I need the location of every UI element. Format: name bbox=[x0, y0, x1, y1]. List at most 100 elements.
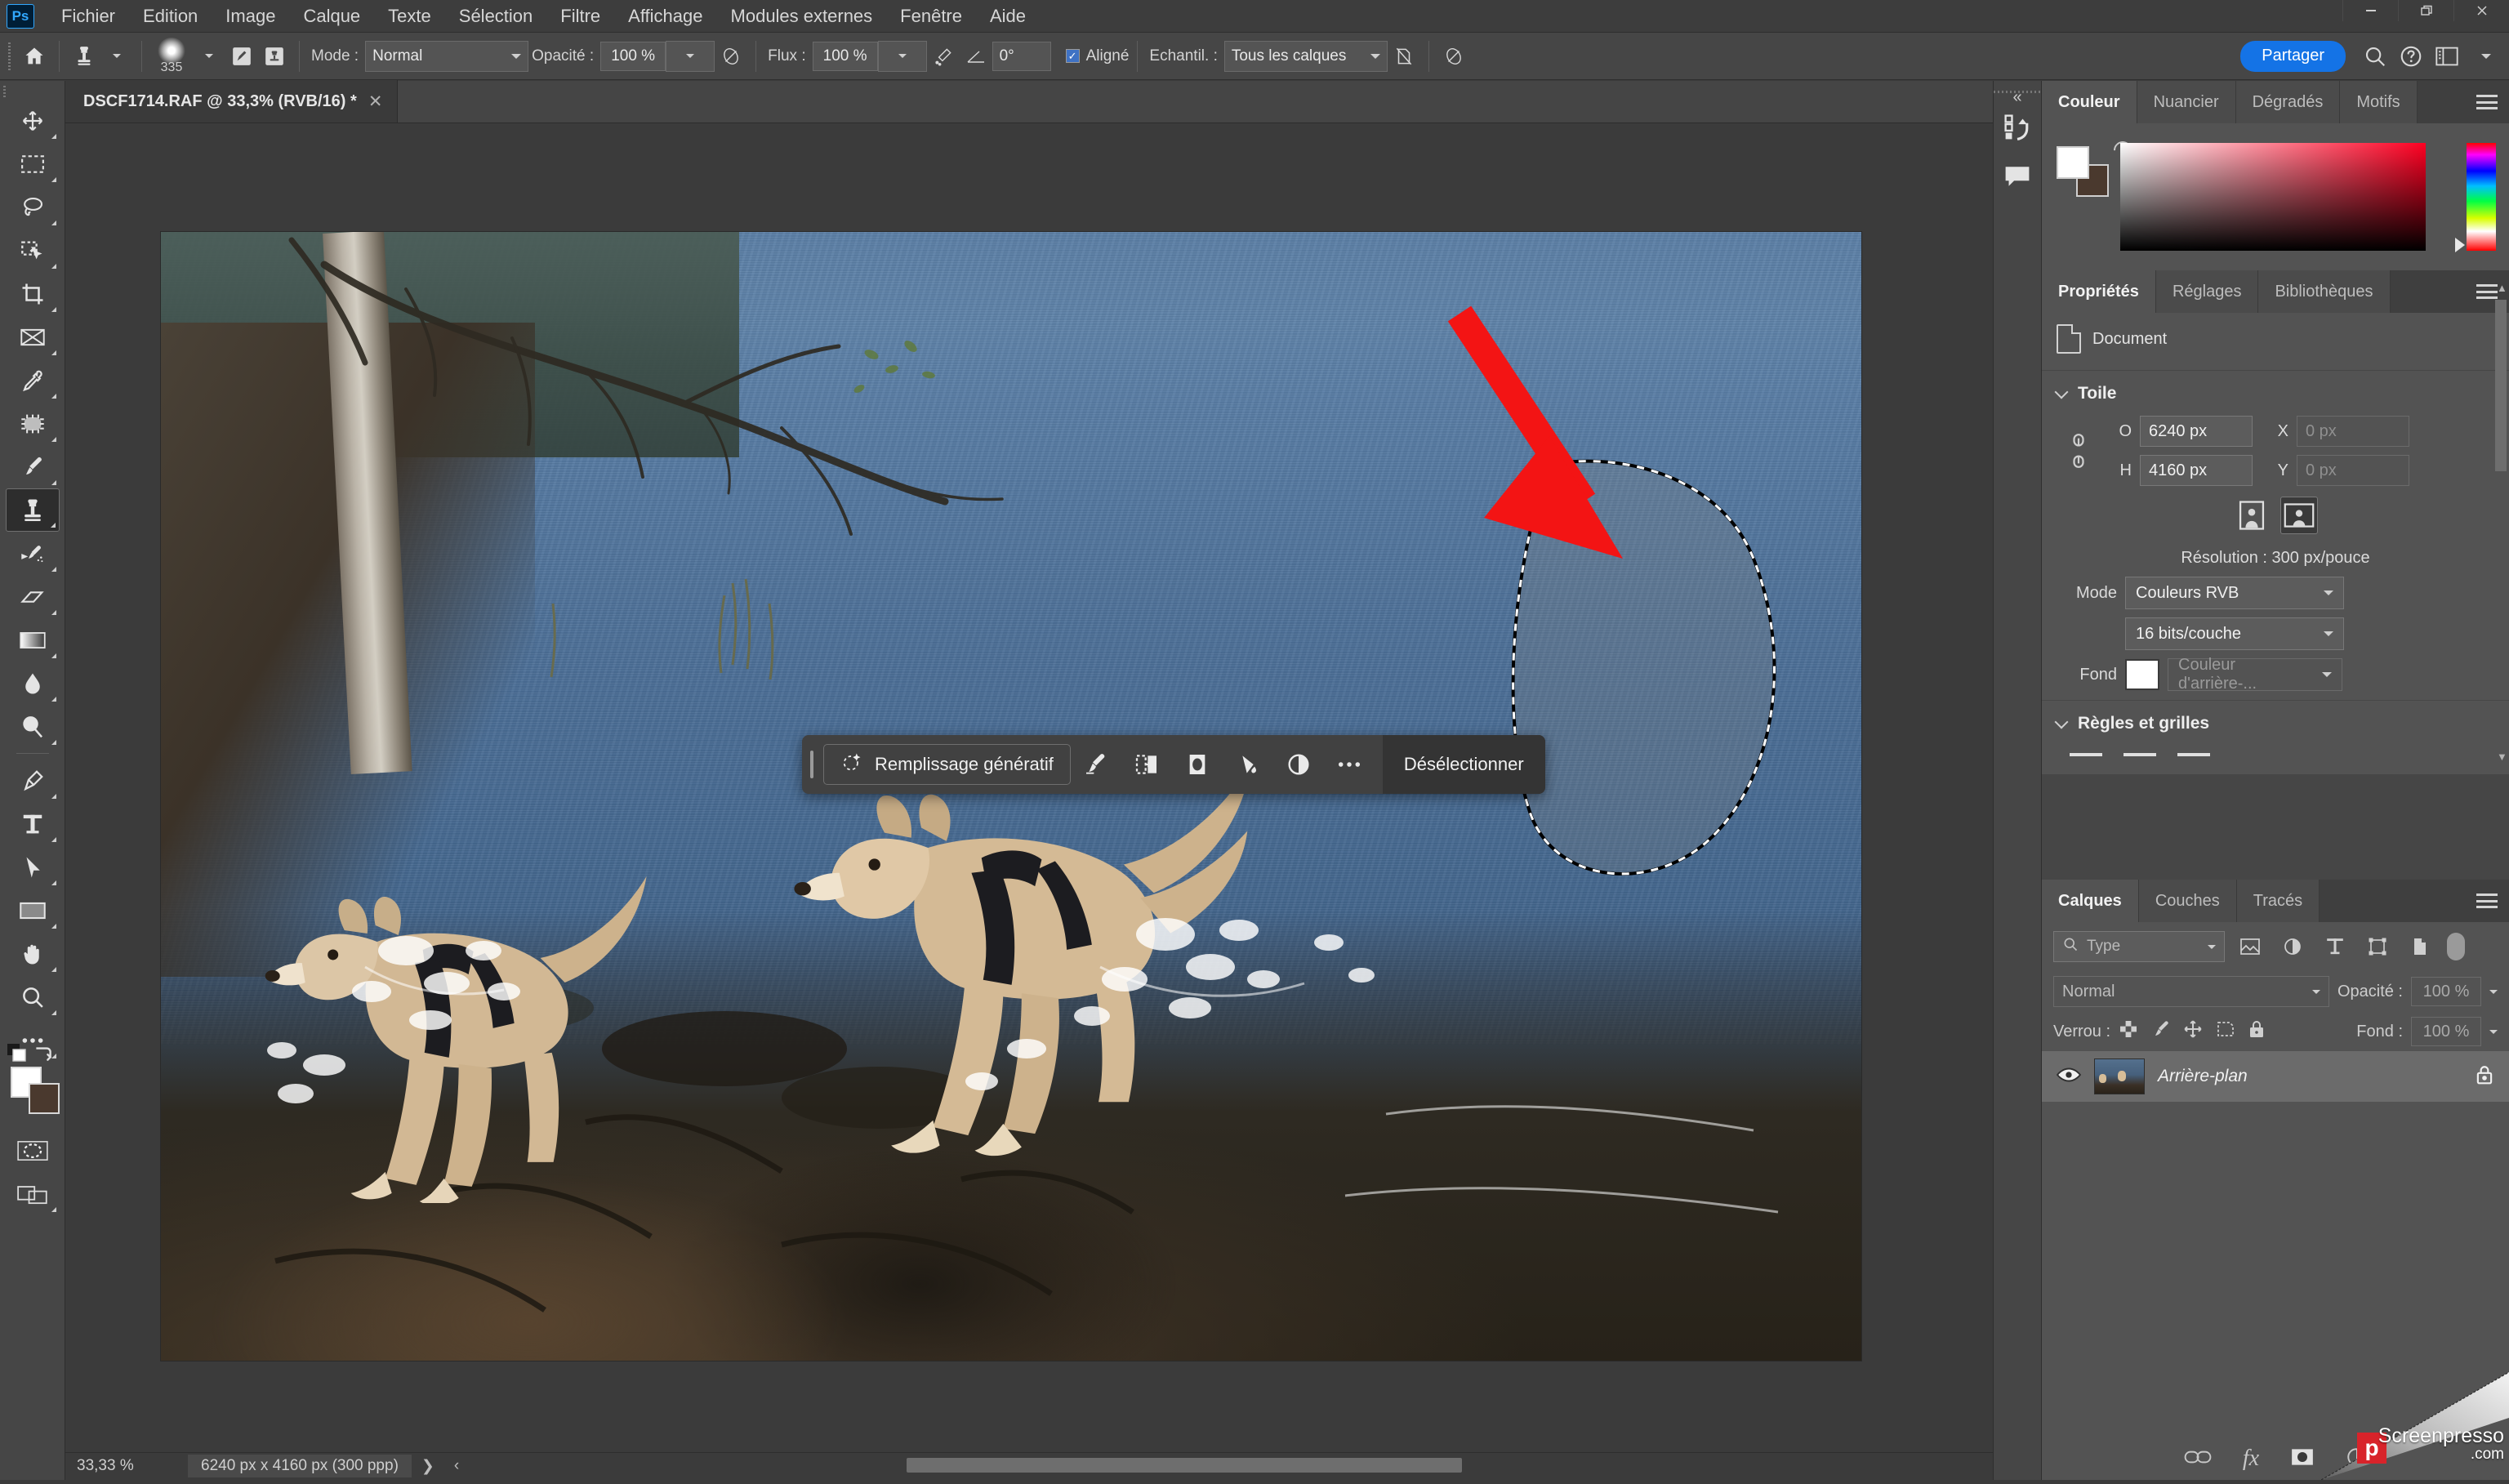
layer-lock-icon[interactable] bbox=[2475, 1064, 2494, 1090]
menu-aide[interactable]: Aide bbox=[976, 0, 1040, 33]
document-tab[interactable]: DSCF1714.RAF @ 33,3% (RVB/16) * ✕ bbox=[65, 80, 399, 123]
tab-calques[interactable]: Calques bbox=[2042, 880, 2139, 922]
feather-selection-icon[interactable] bbox=[1124, 742, 1170, 787]
brush-preview[interactable]: 335 bbox=[150, 37, 193, 75]
tool-preset-chevron-icon[interactable] bbox=[100, 40, 133, 73]
minimize-button[interactable] bbox=[2342, 0, 2398, 21]
lasso-tool[interactable] bbox=[6, 185, 60, 229]
menu-fenetre[interactable]: Fenêtre bbox=[886, 0, 976, 33]
pen-tool[interactable] bbox=[6, 759, 60, 802]
canvas-height-input[interactable]: 4160 px bbox=[2140, 455, 2253, 486]
swap-colors-icon[interactable] bbox=[32, 1042, 55, 1068]
menu-fichier[interactable]: Fichier bbox=[47, 0, 129, 33]
layer-name[interactable]: Arrière-plan bbox=[2158, 1067, 2462, 1086]
object-selection-tool[interactable] bbox=[6, 229, 60, 272]
blur-tool[interactable] bbox=[6, 662, 60, 705]
angle-input[interactable]: 0° bbox=[992, 41, 1051, 71]
sample-select[interactable]: Tous les calques bbox=[1223, 40, 1388, 72]
background-color-swatch[interactable] bbox=[28, 1083, 60, 1114]
more-options-icon[interactable] bbox=[1326, 742, 1372, 787]
flow-input[interactable]: 100 % bbox=[812, 41, 878, 71]
clone-stamp-icon[interactable] bbox=[68, 40, 100, 73]
filter-pixel-icon[interactable] bbox=[2233, 930, 2267, 963]
rectangle-tool[interactable] bbox=[6, 889, 60, 932]
restore-button[interactable] bbox=[2398, 0, 2453, 21]
layer-row-arriere-plan[interactable]: Arrière-plan bbox=[2042, 1051, 2509, 1102]
quick-mask-icon[interactable] bbox=[6, 1129, 60, 1172]
tab-bibliotheques[interactable]: Bibliothèques bbox=[2258, 270, 2391, 313]
link-dimensions-icon[interactable] bbox=[2068, 432, 2089, 470]
hue-slider[interactable] bbox=[2467, 143, 2496, 251]
generative-fill-button[interactable]: Remplissage génératif bbox=[823, 744, 1071, 785]
spot-healing-brush-tool[interactable] bbox=[6, 402, 60, 445]
resize-grip-icon[interactable]: ‹ bbox=[444, 1457, 469, 1475]
filter-adjustment-icon[interactable] bbox=[2275, 930, 2310, 963]
contextual-task-bar[interactable]: Remplissage génératif Désélectionner bbox=[802, 735, 1545, 794]
canvas-width-input[interactable]: 6240 px bbox=[2140, 416, 2253, 447]
history-panel-icon[interactable] bbox=[1997, 105, 2038, 149]
ruler-option-3[interactable] bbox=[2177, 753, 2210, 756]
fill-selection-icon[interactable] bbox=[1225, 742, 1271, 787]
frame-tool[interactable] bbox=[6, 315, 60, 359]
tab-traces[interactable]: Tracés bbox=[2236, 880, 2320, 922]
crop-tool[interactable] bbox=[6, 272, 60, 315]
share-button[interactable]: Partager bbox=[2240, 40, 2346, 72]
hand-tool[interactable] bbox=[6, 932, 60, 975]
menu-texte[interactable]: Texte bbox=[374, 0, 445, 33]
workspace-icon[interactable] bbox=[2429, 38, 2465, 74]
tab-couches[interactable]: Couches bbox=[2138, 880, 2237, 922]
chevron-right-icon[interactable]: ❯ bbox=[412, 1457, 444, 1476]
properties-scroll-down[interactable]: ▼ bbox=[2497, 751, 2507, 763]
filter-smart-object-icon[interactable] bbox=[2403, 930, 2437, 963]
filter-enable-toggle[interactable] bbox=[2445, 930, 2467, 963]
lock-image-icon[interactable] bbox=[2150, 1019, 2171, 1044]
search-icon[interactable] bbox=[2357, 38, 2393, 74]
select-and-mask-icon[interactable] bbox=[1073, 742, 1119, 787]
ruler-option-2[interactable] bbox=[2124, 753, 2156, 756]
portrait-orientation-icon[interactable] bbox=[2233, 497, 2271, 534]
tab-nuancier[interactable]: Nuancier bbox=[2137, 81, 2236, 123]
ignore-adjustment-layers-icon[interactable] bbox=[1388, 40, 1420, 73]
flow-dropdown[interactable] bbox=[877, 40, 927, 72]
menu-modules-externes[interactable]: Modules externes bbox=[717, 0, 887, 33]
drag-handle-icon[interactable] bbox=[810, 751, 813, 778]
menu-filtre[interactable]: Filtre bbox=[546, 0, 614, 33]
bit-depth-select[interactable]: 16 bits/couche bbox=[2125, 617, 2344, 650]
tab-couleur[interactable]: Couleur bbox=[2042, 81, 2137, 123]
home-icon[interactable] bbox=[18, 40, 51, 73]
lock-transparency-icon[interactable] bbox=[2119, 1019, 2138, 1044]
menu-image[interactable]: Image bbox=[212, 0, 289, 33]
brush-tool[interactable] bbox=[6, 445, 60, 488]
properties-scroll-thumb[interactable] bbox=[2495, 300, 2507, 471]
default-colors-icon[interactable] bbox=[7, 1044, 29, 1063]
opacity-input[interactable]: 100 % bbox=[600, 41, 666, 71]
tab-proprietes[interactable]: Propriétés bbox=[2042, 270, 2156, 313]
layer-fill-input[interactable]: 100 % bbox=[2411, 1017, 2481, 1046]
fill-color-swatch[interactable] bbox=[2125, 659, 2159, 690]
tab-motifs[interactable]: Motifs bbox=[2340, 81, 2418, 123]
move-tool[interactable] bbox=[6, 99, 60, 142]
adjustment-layer-icon[interactable] bbox=[1276, 742, 1321, 787]
comments-panel-icon[interactable] bbox=[1997, 154, 2038, 198]
tab-reglages[interactable]: Réglages bbox=[2155, 270, 2259, 313]
fill-select[interactable]: Couleur d'arrière-... bbox=[2168, 656, 2342, 693]
panel-menu-icon[interactable] bbox=[2476, 81, 2498, 123]
layer-filter-select[interactable]: Type bbox=[2053, 931, 2225, 962]
opacity-dropdown[interactable] bbox=[666, 40, 715, 72]
help-icon[interactable] bbox=[2393, 38, 2429, 74]
zoom-tool[interactable] bbox=[6, 975, 60, 1018]
new-adjustment-layer-icon[interactable] bbox=[2346, 1446, 2367, 1472]
workspace-chevron-down-icon[interactable] bbox=[2465, 38, 2501, 74]
menu-edition[interactable]: Edition bbox=[129, 0, 212, 33]
layer-opacity-input[interactable]: 100 % bbox=[2411, 977, 2481, 1006]
history-brush-tool[interactable] bbox=[6, 532, 60, 575]
canvas-image[interactable] bbox=[161, 232, 1861, 1361]
landscape-orientation-icon[interactable] bbox=[2280, 497, 2318, 534]
layer-opacity-dropdown[interactable] bbox=[2489, 989, 2498, 994]
menu-calque[interactable]: Calque bbox=[289, 0, 374, 33]
close-button[interactable] bbox=[2453, 0, 2509, 21]
type-tool[interactable] bbox=[6, 802, 60, 845]
layer-blend-mode-select[interactable]: Normal bbox=[2053, 976, 2329, 1007]
canvas-y-input[interactable]: 0 px bbox=[2297, 455, 2409, 486]
layer-visibility-icon[interactable] bbox=[2056, 1066, 2082, 1088]
